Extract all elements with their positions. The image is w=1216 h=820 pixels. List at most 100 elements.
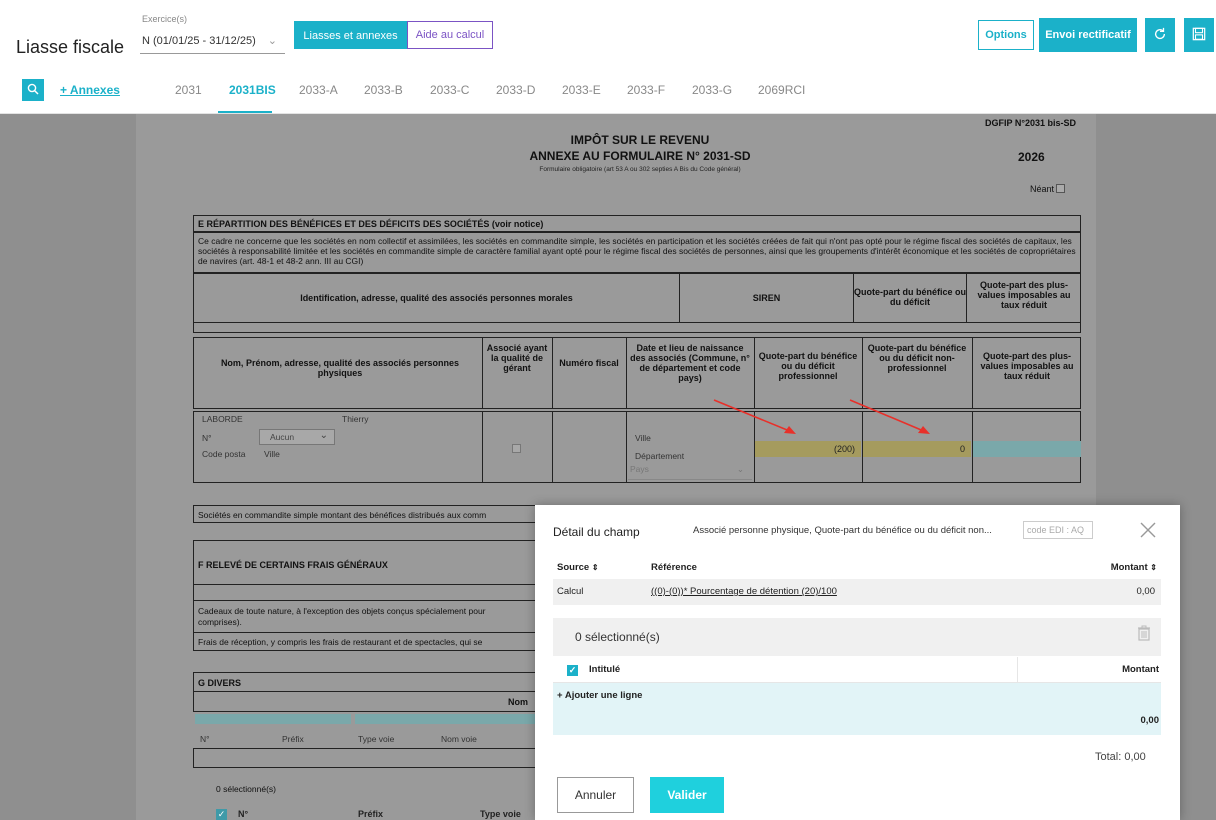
cancel-button[interactable]: Annuler	[557, 777, 634, 813]
pp-row-divider-3	[626, 412, 627, 482]
section-e-title: E RÉPARTITION DES BÉNÉFICES ET DES DÉFIC…	[198, 219, 544, 229]
neant-label: Néant	[1030, 184, 1055, 194]
neant-box[interactable]	[1056, 184, 1066, 193]
modal-table-header: Source ⇕ Référence Montant ⇕	[553, 560, 1161, 578]
pp-divider-3	[626, 338, 627, 408]
tab-2069rci[interactable]: 2069RCI	[758, 83, 805, 97]
col-source-header[interactable]: Source ⇕	[557, 562, 599, 573]
g-nom-label: Nom	[508, 697, 528, 707]
section-e-text: Ce cadre ne concerne que les sociétés en…	[198, 236, 1076, 266]
col-source-label: Source	[557, 562, 590, 573]
selection-bar: 0 sélectionné(s)	[553, 618, 1161, 656]
quote-part-nonpro-field[interactable]: 0	[863, 441, 971, 457]
birth-department[interactable]: Département	[635, 451, 684, 461]
annex-tabs-bar: + Annexes 2031 2031BIS 2033-A 2033-B 203…	[0, 64, 1216, 114]
person-last-name[interactable]: LABORDE	[202, 414, 243, 424]
pm-header-plus-values: Quote-part des plus-values imposables au…	[977, 280, 1071, 310]
delete-button[interactable]	[1133, 625, 1155, 649]
pm-header-identification: Identification, adresse, qualité des ass…	[300, 293, 573, 303]
modal-description: Associé personne physique, Quote-part du…	[693, 525, 992, 536]
save-button[interactable]	[1184, 18, 1214, 52]
form-title: IMPÔT SUR LE REVENU ANNEXE AU FORMULAIRE…	[520, 132, 760, 164]
select-all-checkbox[interactable]: ✓	[567, 665, 578, 676]
exercise-label: Exercice(s)	[142, 14, 188, 24]
pp-divider-2	[552, 338, 553, 408]
exercise-select[interactable]: N (01/01/25 - 31/12/25) ⌄	[140, 30, 285, 54]
tab-2033-f[interactable]: 2033-F	[627, 83, 665, 97]
tab-liasses-annexes[interactable]: Liasses et annexes	[294, 21, 407, 49]
commandite-text: Sociétés en commandite simple montant de…	[198, 510, 487, 520]
person-num-select[interactable]: Aucun ⌄	[259, 429, 335, 445]
g-field-1[interactable]	[195, 714, 351, 724]
birth-country-select[interactable]: Pays ⌄	[628, 464, 752, 480]
g-field-2[interactable]	[355, 714, 535, 724]
pp-divider-1	[482, 338, 483, 408]
pm-header-quote-part: Quote-part du bénéfice ou du déficit	[854, 287, 967, 307]
envoi-rectificatif-button[interactable]: Envoi rectificatif	[1039, 18, 1137, 52]
tab-2031bis[interactable]: 2031BIS	[229, 83, 276, 97]
quote-part-pro-field[interactable]: (200)	[755, 441, 861, 457]
options-button[interactable]: Options	[978, 20, 1034, 50]
selected-count: 0 sélectionné(s)	[575, 630, 660, 644]
tab-2033-a[interactable]: 2033-A	[299, 83, 338, 97]
close-button[interactable]	[1139, 521, 1157, 543]
tab-2031[interactable]: 2031	[175, 83, 202, 97]
pp-header-naissance: Date et lieu de naissance des associés (…	[630, 343, 750, 383]
trash-icon	[1138, 625, 1150, 641]
add-annexes-link[interactable]: + Annexes	[60, 83, 120, 97]
add-line-montant: 0,00	[1140, 715, 1160, 726]
g-select-all-checkbox[interactable]: ✓	[216, 809, 227, 820]
person-num-select-value: Aucun	[270, 432, 295, 442]
section-e-header: E RÉPARTITION DES BÉNÉFICES ET DES DÉFIC…	[193, 215, 1081, 232]
tab-2033-g[interactable]: 2033-G	[692, 83, 732, 97]
col-montant-label: Montant	[1110, 562, 1148, 573]
tab-2033-d[interactable]: 2033-D	[496, 83, 535, 97]
close-icon	[1140, 522, 1156, 538]
neant-checkbox[interactable]: Néant	[1030, 184, 1066, 194]
person-city[interactable]: Ville	[264, 449, 280, 459]
total-amount: Total: 0,00	[1095, 751, 1146, 763]
gerant-checkbox[interactable]	[512, 444, 521, 453]
section-e-notice: Ce cadre ne concerne que les sociétés en…	[193, 232, 1081, 273]
g-addr-nom-voie: Nom voie	[441, 734, 477, 744]
tab-aide-calcul[interactable]: Aide au calcul	[407, 21, 493, 49]
sort-icon: ⇕	[1150, 563, 1157, 572]
row-reference-link[interactable]: ((0)-(0))* Pourcentage de détention (20)…	[651, 586, 837, 597]
refresh-button[interactable]	[1145, 18, 1175, 52]
g-selected-count: 0 sélectionné(s)	[216, 784, 277, 794]
f-cadeaux-text: Cadeaux de toute nature, à l'exception d…	[198, 606, 486, 616]
annotation-arrows	[713, 399, 930, 434]
plus-values-field[interactable]	[973, 441, 1081, 457]
g-col-type-voie: Type voie	[480, 809, 521, 819]
form-year: 2026	[1018, 150, 1045, 164]
edi-code-input[interactable]: code EDI : AQ	[1023, 521, 1093, 539]
add-line-button[interactable]: + Ajouter une ligne	[557, 690, 642, 701]
pm-empty-row	[193, 323, 1081, 333]
col-montant-header[interactable]: Montant ⇕	[1111, 562, 1157, 573]
search-button[interactable]	[22, 79, 44, 101]
refresh-icon	[1154, 27, 1166, 40]
tab-2033-e[interactable]: 2033-E	[562, 83, 601, 97]
pp-header-pro: Quote-part du bénéfice ou du déficit pro…	[758, 351, 858, 381]
f-cadeaux-text-2: comprises).	[198, 617, 242, 627]
chevron-down-icon: ⌄	[319, 430, 328, 441]
sort-icon: ⇕	[591, 563, 599, 572]
col-reference-header: Référence	[651, 562, 697, 573]
pp-header-gerant: Associé ayant la qualité de gérant	[486, 343, 548, 373]
birth-city[interactable]: Ville	[635, 433, 651, 443]
validate-button[interactable]: Valider	[650, 777, 724, 813]
app-title: Liasse fiscale	[16, 37, 125, 57]
add-line-area: + Ajouter une ligne 0,00	[553, 683, 1161, 735]
field-detail-modal: Détail du champ Associé personne physiqu…	[535, 505, 1180, 820]
person-num-label: N°	[202, 433, 212, 443]
col-intitule-header: Intitulé	[589, 664, 621, 675]
pp-header-numero-fiscal: Numéro fiscal	[559, 358, 619, 368]
g-addr-num: N°	[200, 734, 210, 744]
tab-2033-c[interactable]: 2033-C	[430, 83, 469, 97]
tab-2033-b[interactable]: 2033-B	[364, 83, 403, 97]
form-subtitle: Formulaire obligatoire (art 53 A ou 302 …	[539, 166, 741, 173]
exercise-value: N (01/01/25 - 31/12/25)	[142, 35, 256, 47]
person-first-name[interactable]: Thierry	[342, 414, 368, 424]
save-icon	[1192, 27, 1206, 41]
col-divider	[1017, 657, 1018, 683]
